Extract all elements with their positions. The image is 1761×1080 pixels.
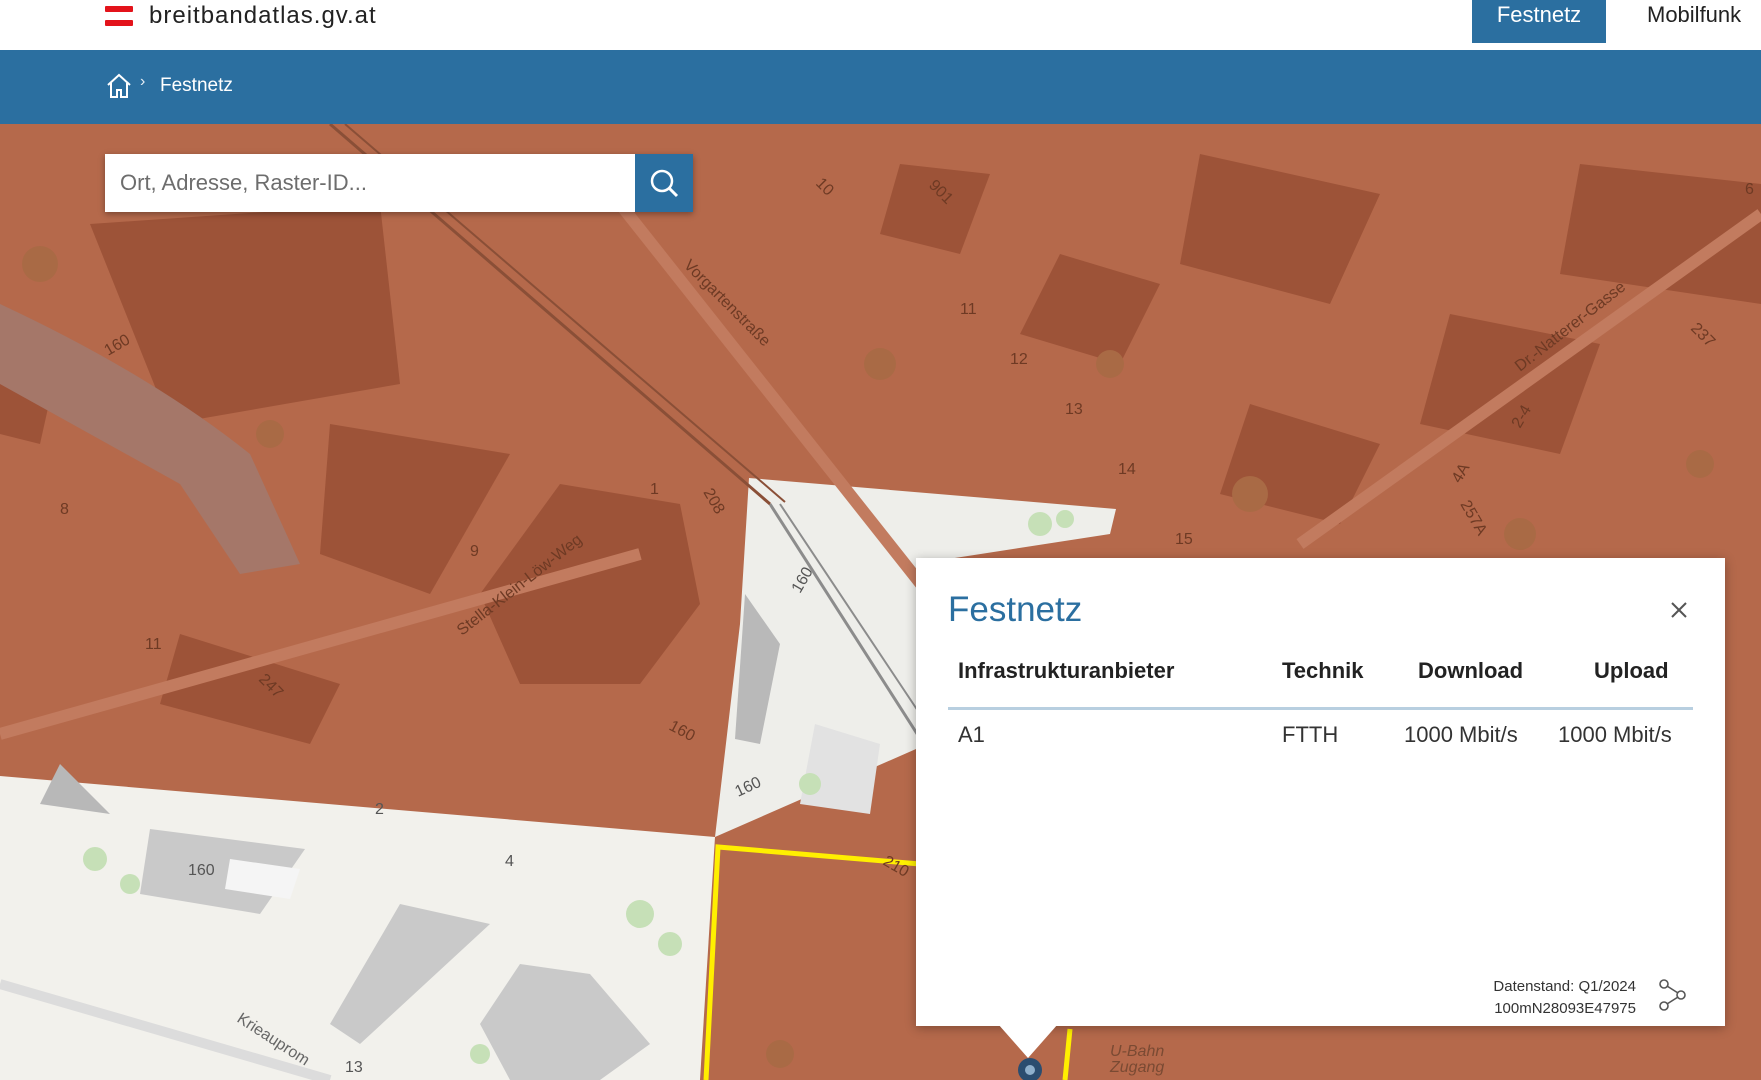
cell-technology: FTTH (1282, 722, 1339, 747)
share-icon[interactable] (1656, 978, 1688, 1012)
popup-footer: Datenstand: Q1/2024 100mN28093E47975 (1493, 976, 1636, 1020)
nav-tab-mobilfunk[interactable]: Mobilfunk (1647, 0, 1761, 43)
column-header-upload: Upload (1594, 658, 1669, 683)
raster-id: 100mN28093E47975 (1494, 1000, 1636, 1017)
search-box (105, 154, 693, 212)
nav-tab-festnetz[interactable]: Festnetz (1472, 0, 1606, 43)
austria-flag-logo[interactable] (105, 6, 133, 26)
home-icon[interactable] (105, 72, 133, 100)
popup-title: Festnetz (948, 590, 1083, 629)
close-icon[interactable] (1669, 600, 1689, 620)
cell-provider: A1 (958, 722, 985, 747)
popup-pointer (998, 1024, 1058, 1058)
top-header: breitbandatlas.gv.at Festnetz Mobilfunk (0, 0, 1761, 50)
column-header-technology: Technik (1282, 658, 1364, 683)
column-header-download: Download (1418, 658, 1524, 683)
breadcrumb-bar: › Festnetz (0, 50, 1761, 124)
cell-download: 1000 Mbit/s (1404, 722, 1518, 747)
search-button[interactable] (635, 154, 693, 212)
search-input[interactable] (105, 154, 635, 212)
cell-upload: 1000 Mbit/s (1558, 722, 1672, 747)
site-name[interactable]: breitbandatlas.gv.at (149, 2, 377, 30)
breadcrumb-separator: › (140, 73, 146, 90)
breadcrumb-current: Festnetz (160, 75, 233, 96)
column-header-provider: Infrastrukturanbieter (958, 658, 1175, 683)
data-status: Datenstand: Q1/2024 (1493, 978, 1636, 995)
search-icon (650, 169, 679, 198)
info-popup: Festnetz Infrastrukturanbieter Technik D… (916, 558, 1725, 1026)
table-header-divider (948, 707, 1693, 710)
